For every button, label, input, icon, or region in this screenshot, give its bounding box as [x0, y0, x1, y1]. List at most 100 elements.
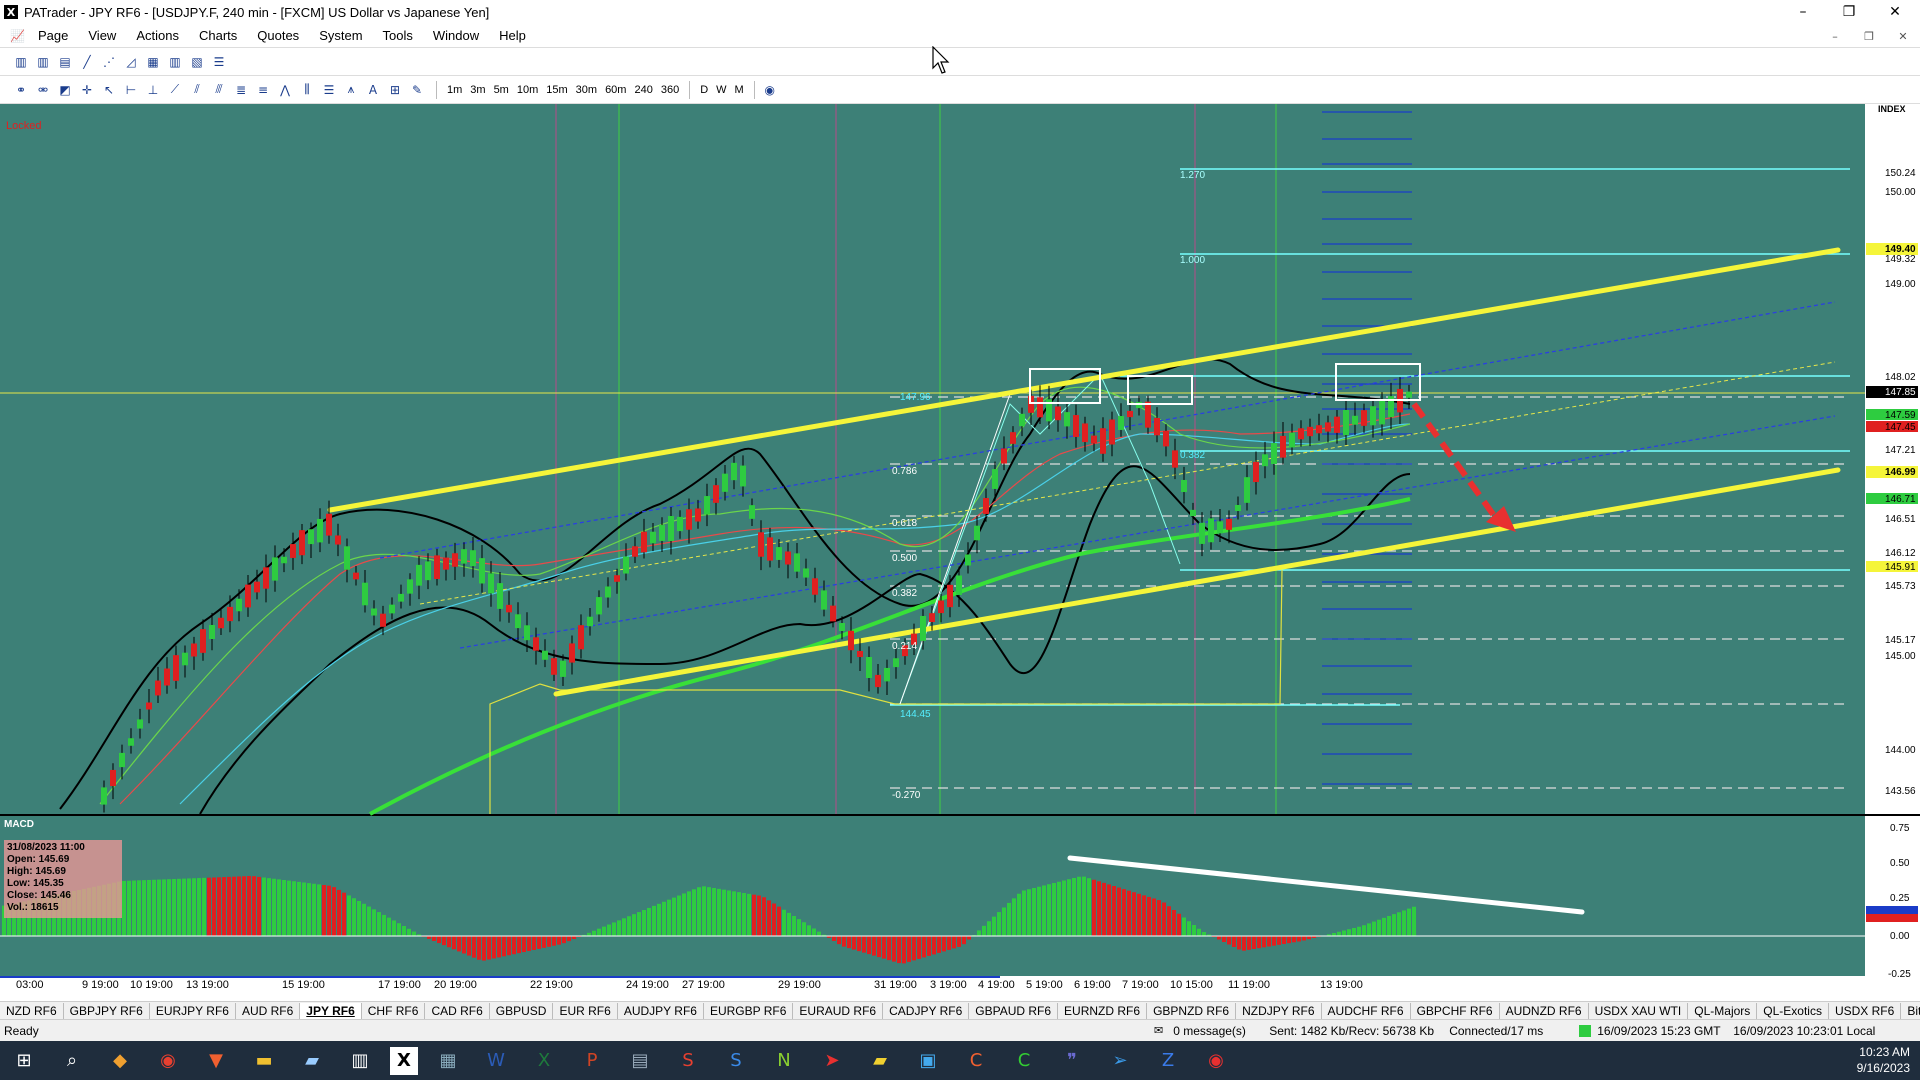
menu-window[interactable]: Window	[423, 28, 489, 43]
symbol-tab[interactable]: NZDJPY RF6	[1236, 1002, 1322, 1019]
symbol-tab[interactable]: AUD RF6	[236, 1002, 301, 1019]
symbol-tab[interactable]: CAD RF6	[425, 1002, 490, 1019]
minimize-icon[interactable]: –	[1780, 0, 1826, 24]
timeframe-3m[interactable]: 3m	[466, 84, 489, 96]
clock-icon[interactable]: ◉	[761, 81, 779, 99]
timeframe-daily[interactable]: D	[696, 84, 712, 96]
symbol-tab[interactable]: AUDCHF RF6	[1322, 1002, 1411, 1019]
symbol-tab[interactable]: AUDNZD RF6	[1500, 1002, 1589, 1019]
symbol-tab[interactable]: EUR RF6	[553, 1002, 618, 1019]
gann-fan-icon[interactable]: ⋀	[276, 81, 294, 99]
symbol-tab[interactable]: QL-Exotics	[1757, 1002, 1829, 1019]
symbol-tab[interactable]: EURAUD RF6	[793, 1002, 884, 1019]
text-tool-icon[interactable]: A	[364, 81, 382, 99]
timeframe-60m[interactable]: 60m	[601, 84, 630, 96]
app-icon-green-c[interactable]: C	[1006, 1043, 1042, 1079]
pointer-icon[interactable]: ↖	[100, 81, 118, 99]
candle-chart-icon[interactable]: ▤	[56, 53, 74, 71]
chart-app-icon[interactable]: ▥	[342, 1043, 378, 1079]
volume-chart-icon[interactable]: ▦	[144, 53, 162, 71]
calculator-icon[interactable]: ▦	[430, 1043, 466, 1079]
unlink-icon[interactable]: ⚮	[34, 81, 52, 99]
app-icon-blue-s[interactable]: S	[718, 1043, 754, 1079]
symbol-tab[interactable]: EURJPY RF6	[150, 1002, 236, 1019]
powerpoint-icon[interactable]: P	[574, 1043, 610, 1079]
cycle-lines-icon[interactable]: ⫼	[298, 81, 316, 99]
symbol-tab[interactable]: CHF RF6	[362, 1002, 426, 1019]
symbol-tab[interactable]: GBPNZD RF6	[1147, 1002, 1237, 1019]
menu-help[interactable]: Help	[489, 28, 536, 43]
symbol-tab[interactable]: QL-Majors	[1688, 1002, 1758, 1019]
timeframe-monthly[interactable]: M	[731, 84, 748, 96]
price-chart[interactable]: Locked INDEX 1.270 1.000 0.786 0.618 0.5…	[0, 104, 1920, 991]
menu-tools[interactable]: Tools	[373, 28, 423, 43]
bar-chart-icon[interactable]: ▥	[12, 53, 30, 71]
link-icon[interactable]: ⚭	[12, 81, 30, 99]
symbol-tab[interactable]: USDX RF6	[1829, 1002, 1902, 1019]
chrome-icon[interactable]: ◉	[150, 1043, 186, 1079]
mdi-restore-icon[interactable]: ❐	[1854, 28, 1884, 44]
symbol-tab[interactable]: GBPAUD RF6	[969, 1002, 1059, 1019]
notes-icon[interactable]: ▰	[294, 1043, 330, 1079]
search-icon[interactable]: ⌕	[54, 1043, 90, 1079]
app-icon-orange-c[interactable]: C	[958, 1043, 994, 1079]
symbol-tab[interactable]: GBPUSD	[490, 1002, 554, 1019]
symbol-tab[interactable]: AUDJPY RF6	[618, 1002, 704, 1019]
telegram-icon[interactable]: ➢	[1102, 1043, 1138, 1079]
menu-actions[interactable]: Actions	[126, 28, 189, 43]
app-icon-red-s[interactable]: S	[670, 1043, 706, 1079]
app-icon-orange[interactable]: ◆	[102, 1043, 138, 1079]
symbol-tab[interactable]: GBPCHF RF6	[1411, 1002, 1500, 1019]
mdi-close-icon[interactable]: ✕	[1888, 28, 1918, 44]
app-icon-green-n[interactable]: N	[766, 1043, 802, 1079]
timeframe-weekly[interactable]: W	[712, 84, 730, 96]
indicator-chart-icon[interactable]: ▧	[188, 53, 206, 71]
fib-extension-icon[interactable]: ≡	[254, 81, 272, 99]
timeframe-240[interactable]: 240	[630, 84, 656, 96]
restore-icon[interactable]: ❐	[1826, 0, 1872, 24]
symbol-tab[interactable]: USDX XAU WTI	[1589, 1002, 1689, 1019]
menu-quotes[interactable]: Quotes	[247, 28, 309, 43]
chart-menu-icon[interactable]: 📈	[10, 29, 28, 43]
symbol-tab[interactable]: Bitcoin	[1901, 1003, 1920, 1019]
timeframe-30m[interactable]: 30m	[572, 84, 601, 96]
symbol-tab[interactable]: CADJPY RF6	[883, 1002, 970, 1019]
close-icon[interactable]: ✕	[1872, 0, 1918, 24]
menu-system[interactable]: System	[309, 28, 372, 43]
menu-charts[interactable]: Charts	[189, 28, 247, 43]
timeframe-360[interactable]: 360	[657, 84, 683, 96]
symbol-tab[interactable]: EURGBP RF6	[704, 1002, 794, 1019]
timeframe-10m[interactable]: 10m	[513, 84, 542, 96]
timeframe-15m[interactable]: 15m	[542, 84, 571, 96]
fib-time-icon[interactable]: ⊞	[386, 81, 404, 99]
ohlc-chart-icon[interactable]: ▥	[34, 53, 52, 71]
app-icon-grid[interactable]: ▤	[622, 1043, 658, 1079]
channel-icon[interactable]: ⫽	[188, 81, 206, 99]
patrader-icon[interactable]: X	[390, 1046, 418, 1075]
line-chart-icon[interactable]: ╱	[78, 53, 96, 71]
horizontal-line-icon[interactable]: ⊢	[122, 81, 140, 99]
pen-icon[interactable]: ✎	[408, 81, 426, 99]
zoom-icon[interactable]: Z	[1150, 1043, 1186, 1079]
vertical-line-icon[interactable]: ⊥	[144, 81, 162, 99]
brave-icon[interactable]: ▼	[198, 1043, 234, 1079]
symbol-tab[interactable]: EURNZD RF6	[1058, 1002, 1148, 1019]
area-chart-icon[interactable]: ◿	[122, 53, 140, 71]
sticky-notes-icon[interactable]: ▰	[862, 1043, 898, 1079]
app-icon-red-circle[interactable]: ◉	[1198, 1043, 1234, 1079]
timeframe-5m[interactable]: 5m	[490, 84, 513, 96]
timeframe-1m[interactable]: 1m	[443, 84, 466, 96]
word-icon[interactable]: W	[478, 1043, 514, 1079]
file-explorer-icon[interactable]: ▬	[246, 1043, 282, 1079]
fibonacci-icon[interactable]: ≣	[232, 81, 250, 99]
mail-icon[interactable]: ✉	[1154, 1024, 1163, 1037]
histogram-chart-icon[interactable]: ▥	[166, 53, 184, 71]
symbol-tab[interactable]: JPY RF6	[300, 1002, 362, 1019]
excel-icon[interactable]: X	[526, 1043, 562, 1079]
levels-icon[interactable]: ☰	[320, 81, 338, 99]
crosshair-icon[interactable]: ✛	[78, 81, 96, 99]
trendline-icon[interactable]: ⟋	[166, 81, 184, 99]
system-clock[interactable]: 10:23 AM 9/16/2023	[1857, 1044, 1910, 1076]
menu-page[interactable]: Page	[28, 28, 78, 43]
windows-start-icon[interactable]: ⊞	[6, 1043, 42, 1079]
